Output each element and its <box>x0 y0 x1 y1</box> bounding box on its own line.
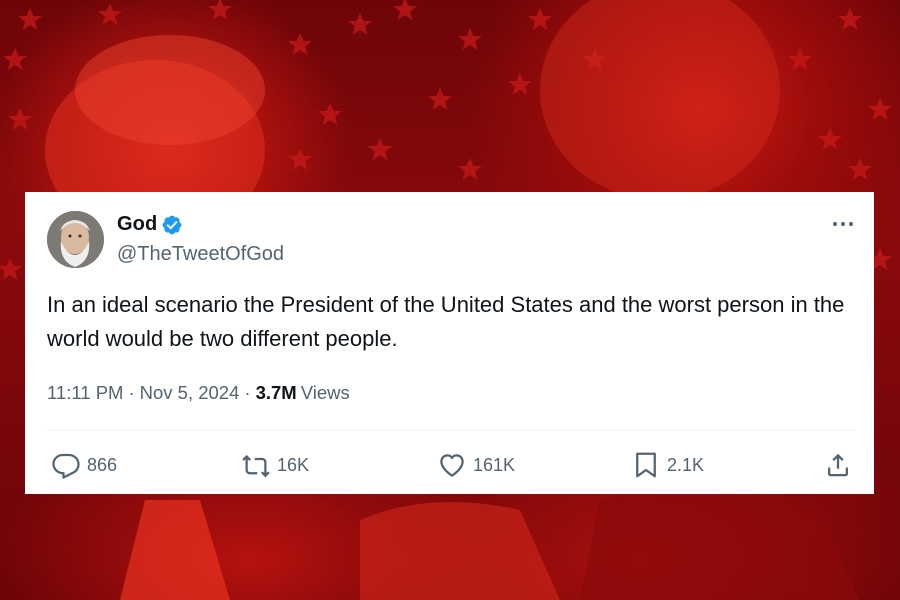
bookmark-count: 2.1K <box>667 454 705 475</box>
repost-button[interactable]: 16K <box>241 450 309 480</box>
tweet-meta: 11:11 PM · Nov 5, 2024 · 3.7M Views <box>47 382 350 404</box>
verified-badge-icon <box>161 214 183 236</box>
views-count[interactable]: 3.7M <box>256 382 297 404</box>
author-name[interactable]: God <box>117 213 157 236</box>
avatar[interactable] <box>47 211 104 268</box>
like-count: 161K <box>473 454 516 475</box>
more-icon[interactable] <box>830 214 856 234</box>
bookmark-icon <box>636 452 656 478</box>
views-label[interactable]: Views <box>301 382 350 404</box>
tweet-date[interactable]: Nov 5, 2024 <box>140 382 240 404</box>
tweet-card[interactable]: God @TheTweetOfGod In an ideal scenario … <box>25 192 874 494</box>
share-button[interactable] <box>823 450 853 480</box>
avatar-image <box>47 211 104 268</box>
repost-icon <box>242 454 270 478</box>
meta-separator: · <box>244 382 251 403</box>
repost-count: 16K <box>277 454 310 475</box>
reply-icon <box>52 453 80 479</box>
reply-button[interactable]: 866 <box>51 450 117 480</box>
like-button[interactable]: 161K <box>437 450 515 480</box>
meta-separator: · <box>128 382 135 403</box>
tweet-text: In an ideal scenario the President of th… <box>47 292 845 351</box>
divider <box>47 430 856 431</box>
share-icon <box>828 453 848 477</box>
author-handle[interactable]: @TheTweetOfGod <box>117 243 284 266</box>
heart-icon <box>440 454 464 477</box>
reply-count: 866 <box>87 454 118 475</box>
bookmark-button[interactable]: 2.1K <box>631 450 704 480</box>
tweet-time[interactable]: 11:11 PM <box>47 382 123 404</box>
action-bar: 866 16K 161K 2.1K <box>47 450 857 482</box>
